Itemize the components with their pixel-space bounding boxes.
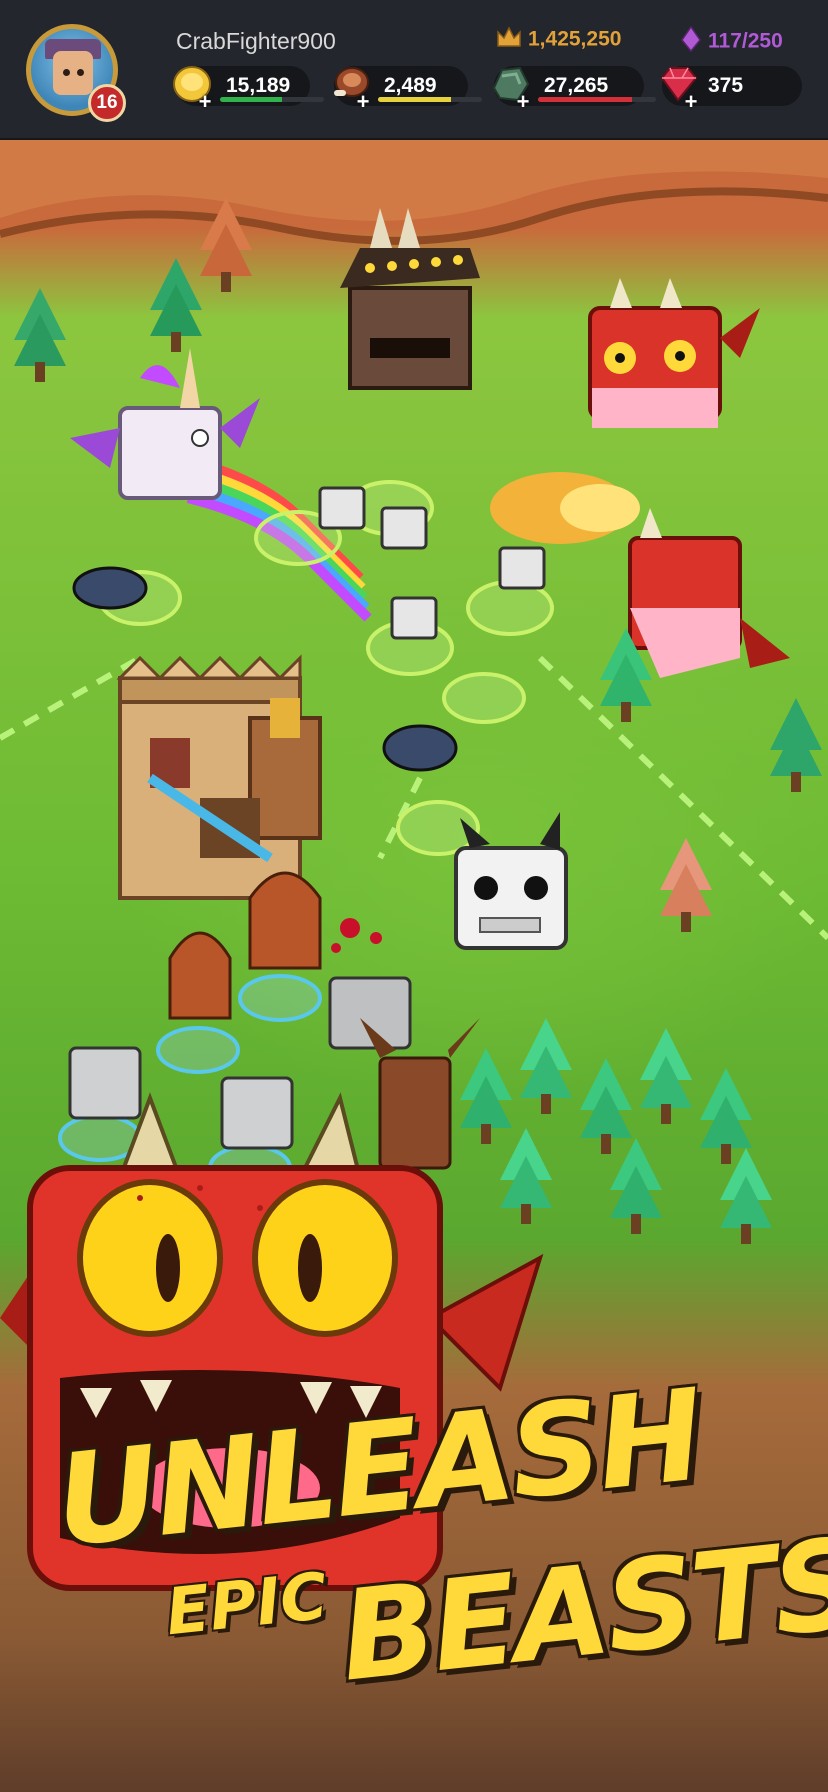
gold-bar — [220, 97, 324, 102]
crown-value: 1,425,250 — [528, 27, 622, 51]
stone-resource[interactable]: + 27,265 — [492, 66, 656, 113]
add-stone-button[interactable]: + — [514, 91, 532, 113]
gold-value: 15,189 — [226, 74, 291, 97]
top-hud: 16 CrabFighter900 1,425,250 117/250 + 15… — [0, 0, 828, 140]
meat-bar — [378, 97, 482, 102]
add-ruby-button[interactable]: + — [682, 91, 700, 113]
gold-bar-fill — [220, 97, 283, 102]
gem-value: 117/250 — [708, 29, 783, 53]
add-gold-button[interactable]: + — [196, 91, 214, 113]
promo-title: UNLEASH EPIC BEASTS! — [40, 1361, 828, 1709]
add-meat-button[interactable]: + — [354, 91, 372, 113]
crown-counter: 1,425,250 — [496, 26, 621, 54]
gold-resource[interactable]: + 15,189 — [173, 66, 324, 113]
stone-bar-fill — [538, 97, 633, 102]
crown-icon — [496, 26, 522, 54]
game-screen: 16 CrabFighter900 1,425,250 117/250 + 15… — [0, 0, 828, 1792]
ruby-resource[interactable]: + 375 — [660, 66, 802, 113]
player-level-badge: 16 — [88, 84, 126, 122]
stone-bar — [538, 97, 656, 102]
player-username: CrabFighter900 — [176, 28, 336, 54]
stone-value: 27,265 — [544, 74, 609, 97]
meat-resource[interactable]: + 2,489 — [334, 66, 482, 113]
purple-gem-icon — [680, 25, 702, 58]
meat-value: 2,489 — [384, 74, 437, 97]
meat-bar-fill — [378, 97, 451, 102]
gem-counter: 117/250 — [680, 25, 783, 58]
ruby-value: 375 — [708, 74, 744, 97]
